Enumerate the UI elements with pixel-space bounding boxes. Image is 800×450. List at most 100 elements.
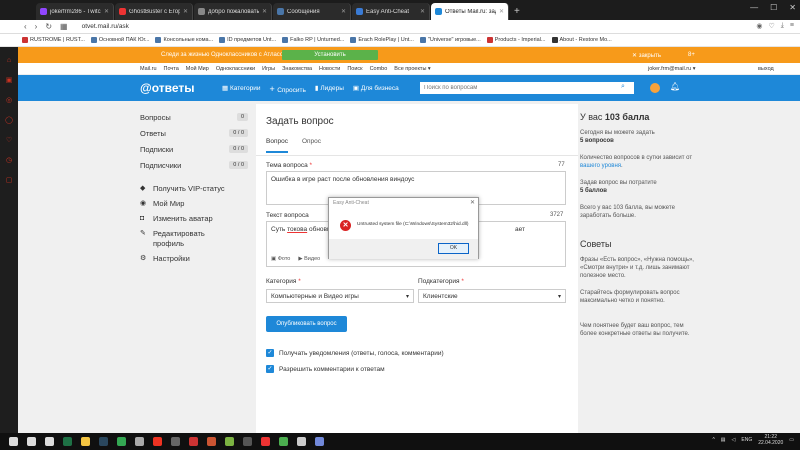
minimize-icon[interactable]: — bbox=[750, 3, 758, 12]
checkmark-icon[interactable]: ✓ bbox=[266, 349, 274, 357]
close-icon[interactable]: ✕ bbox=[183, 8, 188, 15]
edit-profile-link[interactable]: ✎ Редактировать профиль bbox=[140, 229, 248, 249]
portal-link[interactable]: Игры bbox=[262, 66, 275, 72]
folder-icon[interactable] bbox=[81, 437, 90, 446]
browser-tab[interactable]: GhostBuster с Егором Кри✕ bbox=[115, 3, 193, 20]
download-icon[interactable]: ⤓ bbox=[781, 22, 784, 30]
steam-icon[interactable] bbox=[99, 437, 108, 446]
tab-poll[interactable]: Опрос bbox=[302, 138, 321, 153]
tray-chevron-icon[interactable]: ^ bbox=[712, 437, 714, 443]
clock-icon[interactable]: ◷ bbox=[5, 157, 13, 165]
search-input[interactable] bbox=[420, 82, 634, 94]
user-email[interactable]: joker.frm@mail.ru ▾ bbox=[648, 66, 695, 72]
nav-leaders[interactable]: ▮ Лидеры bbox=[315, 84, 344, 94]
logout-link[interactable]: выход bbox=[758, 66, 774, 72]
vip-link[interactable]: ◆ Получить VIP-статус bbox=[140, 184, 248, 194]
bookmark[interactable]: ID предметов Unt... bbox=[219, 37, 276, 43]
opera-icon[interactable] bbox=[153, 437, 162, 446]
portal-link[interactable]: Почта bbox=[164, 66, 179, 72]
notify-checkbox[interactable]: ✓ Получать уведомления (ответы, голоса, к… bbox=[266, 349, 444, 357]
bookmark[interactable]: RUSTROME | RUST... bbox=[22, 37, 85, 43]
bell-icon[interactable]: 🔔︎ bbox=[670, 82, 680, 91]
promo-close-link[interactable]: ✕ закрыть bbox=[632, 52, 661, 59]
nav-business[interactable]: ▣ Для бизнеса bbox=[353, 84, 399, 94]
portal-link[interactable]: Все проекты ▾ bbox=[394, 66, 430, 72]
windows-start-icon[interactable] bbox=[9, 437, 18, 446]
stat-answers[interactable]: Ответы 0 / 0 bbox=[140, 127, 248, 139]
twitch-sidebar-icon[interactable]: ▣ bbox=[5, 77, 13, 85]
messenger-icon[interactable]: ◎ bbox=[5, 97, 13, 105]
level-link[interactable]: вашего уровня bbox=[580, 163, 621, 169]
my-world-link[interactable]: ◉ Мой Мир bbox=[140, 199, 248, 209]
otvety-logo[interactable]: @ответы bbox=[140, 81, 194, 95]
clock[interactable]: 21:22 22.04.2020 bbox=[758, 434, 783, 446]
portal-link[interactable]: Знакомства bbox=[282, 66, 312, 72]
stat-subscriptions[interactable]: Подписки 0 / 0 bbox=[140, 143, 248, 155]
close-window-icon[interactable]: ✕ bbox=[789, 3, 796, 12]
search-icon[interactable] bbox=[27, 437, 36, 446]
cube-icon[interactable]: ▢ bbox=[5, 177, 13, 185]
chrome-icon[interactable] bbox=[117, 437, 126, 446]
bookmark[interactable]: Основной ПАК Юг... bbox=[90, 37, 149, 43]
browser-tab-active[interactable]: Ответы Mail.ru: задать воп✕ bbox=[431, 3, 509, 20]
home-icon[interactable]: ⌂ bbox=[5, 57, 13, 65]
portal-link[interactable]: Одноклассники bbox=[216, 66, 255, 72]
tab-question[interactable]: Вопрос bbox=[266, 138, 288, 153]
utorrent-icon[interactable] bbox=[225, 437, 234, 446]
notifications-icon[interactable]: ▭ bbox=[789, 437, 794, 443]
avatar[interactable] bbox=[650, 83, 660, 93]
bookmark[interactable]: About - Restore Mo... bbox=[551, 37, 612, 43]
heart-sidebar-icon[interactable]: ♡ bbox=[5, 137, 13, 145]
browser-tab[interactable]: добро пожаловать | soul✕ bbox=[194, 3, 272, 20]
app-icon[interactable] bbox=[135, 437, 144, 446]
comments-checkbox[interactable]: ✓ Разрешить комментарии к ответам bbox=[266, 365, 385, 373]
close-icon[interactable]: ✕ bbox=[420, 8, 425, 15]
checkmark-icon[interactable]: ✓ bbox=[266, 365, 274, 373]
close-icon[interactable]: ✕ bbox=[499, 8, 504, 15]
browser-tab[interactable]: jokerfrm286 - Twitch ✕ bbox=[36, 3, 114, 20]
grid-icon[interactable]: ▦ bbox=[60, 22, 68, 31]
terminal-icon[interactable] bbox=[243, 437, 252, 446]
subcategory-select[interactable]: Клиентские ▾ bbox=[418, 289, 566, 303]
nav-ask[interactable]: + Спросить bbox=[269, 84, 305, 94]
change-avatar-link[interactable]: ◘ Изменить аватар bbox=[140, 214, 248, 224]
nav-categories[interactable]: ▦ Категории bbox=[222, 84, 260, 94]
install-button[interactable]: Установить bbox=[282, 50, 378, 60]
close-icon[interactable]: ✕ bbox=[262, 8, 267, 15]
language-indicator[interactable]: ENG bbox=[741, 437, 752, 443]
menu-icon[interactable]: ≡ bbox=[790, 22, 794, 30]
camera-icon[interactable]: ◉ bbox=[756, 22, 762, 30]
stat-subscribers[interactable]: Подписчики 0 / 0 bbox=[140, 159, 248, 171]
attach-photo-button[interactable]: ▣ Фото bbox=[271, 256, 290, 262]
network-icon[interactable]: ▤ bbox=[721, 437, 726, 443]
bookmark[interactable]: Falko RP | Unturned... bbox=[282, 37, 344, 43]
settings-link[interactable]: ⚙ Настройки bbox=[140, 254, 248, 264]
portal-link[interactable]: Мой Мир bbox=[186, 66, 209, 72]
shield-icon[interactable] bbox=[279, 437, 288, 446]
adobe-icon[interactable] bbox=[261, 437, 270, 446]
browser-tab[interactable]: Easy Anti-Cheat ✕ bbox=[352, 3, 430, 20]
volume-icon[interactable]: ◁ bbox=[732, 437, 736, 443]
bookmark[interactable]: Консольные кома... bbox=[155, 37, 213, 43]
heart-icon[interactable]: ♡ bbox=[769, 22, 775, 30]
discord-icon[interactable] bbox=[315, 437, 324, 446]
address-input[interactable]: otvet.mail.ru/ask bbox=[82, 23, 129, 30]
back-icon[interactable]: ‹ bbox=[24, 22, 27, 31]
reload-icon[interactable]: ↻ bbox=[45, 22, 52, 31]
rust-icon[interactable] bbox=[207, 437, 216, 446]
stat-questions[interactable]: Вопросы 0 bbox=[140, 111, 248, 123]
forward-icon[interactable]: › bbox=[35, 22, 38, 31]
portal-link[interactable]: Mail.ru bbox=[140, 66, 157, 72]
task-view-icon[interactable] bbox=[45, 437, 54, 446]
bookmark[interactable]: "Universe" игровые... bbox=[419, 37, 481, 43]
category-select[interactable]: Компьютерные и Видео игры ▾ bbox=[266, 289, 414, 303]
portal-link[interactable]: Поиск bbox=[347, 66, 362, 72]
whatsapp-icon[interactable]: ◯ bbox=[5, 117, 13, 125]
browser-tab[interactable]: Сообщения ✕ bbox=[273, 3, 351, 20]
portal-link[interactable]: Новости bbox=[319, 66, 340, 72]
close-icon[interactable]: ✕ bbox=[104, 8, 109, 15]
ok-button[interactable]: OK bbox=[438, 243, 469, 254]
new-tab-icon[interactable]: + bbox=[514, 6, 520, 17]
publish-button[interactable]: Опубликовать вопрос bbox=[266, 316, 347, 332]
bookmark[interactable]: Products - Imperial... bbox=[486, 37, 546, 43]
